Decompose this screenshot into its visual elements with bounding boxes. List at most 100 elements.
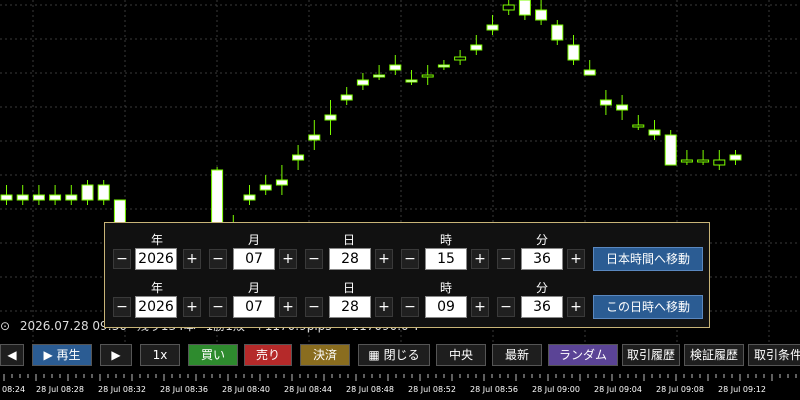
time-axis-label: 28 Jul 08:40 [222, 385, 270, 394]
datetime-panel: 年 月 日 時 分 − 2026 + − 07 + − 28 + − 15 + … [104, 222, 710, 328]
time-axis-label: 28 Jul 08:52 [408, 385, 456, 394]
candle-body [697, 159, 710, 163]
jst-move-button[interactable]: 日本時間へ移動 [593, 247, 703, 271]
time-axis-label: 28 Jul 09:12 [718, 385, 766, 394]
toolbar-label: 決済 [312, 348, 337, 362]
hour-plus-button[interactable]: + [471, 249, 489, 269]
time-axis-label: 28 Jul 09:00 [532, 385, 580, 394]
candle-body [599, 99, 612, 106]
settle-button[interactable]: 決済 [300, 344, 350, 366]
label-year: 年 [150, 281, 163, 295]
candle-body [16, 194, 29, 201]
verify-history-button[interactable]: 検証履歴 [684, 344, 744, 366]
minute-minus-button[interactable]: − [497, 297, 515, 317]
candle-body [680, 159, 693, 163]
trade-cond-button[interactable]: 取引条件 [748, 344, 800, 366]
center-button[interactable]: 中央 [436, 344, 486, 366]
year-field[interactable]: 2026 [135, 296, 177, 318]
day-plus-button[interactable]: + [375, 249, 393, 269]
latest-button[interactable]: 最新 [492, 344, 542, 366]
day-plus-button[interactable]: + [375, 297, 393, 317]
toolbar: ◀ ▶ 再生 ▶ 1x 買い 売り 決済 ▦ 閉じる 中央 最新 ランダム 取引履歴 検証履歴 取引条件 [0, 341, 800, 369]
label-day: 日 [342, 233, 355, 247]
candle-body [81, 184, 94, 201]
time-axis-label: 28 Jul 08:28 [36, 385, 84, 394]
target-move-button[interactable]: この日時へ移動 [593, 295, 703, 319]
clock-icon: ⊙ [0, 319, 11, 333]
candle-body [470, 44, 483, 51]
candle-body [421, 74, 434, 78]
day-field[interactable]: 28 [329, 248, 371, 270]
toolbar-label: ◀ [7, 348, 17, 362]
candle-body [567, 44, 580, 61]
sell-button[interactable]: 売り [244, 344, 292, 366]
candle-body [632, 124, 645, 128]
label-hour: 時 [439, 281, 452, 295]
year-field[interactable]: 2026 [135, 248, 177, 270]
toolbar-label: ▶ 再生 [43, 348, 81, 362]
month-plus-button[interactable]: + [279, 297, 297, 317]
year-minus-button[interactable]: − [113, 297, 131, 317]
candle-body [32, 194, 45, 201]
day-field[interactable]: 28 [329, 296, 371, 318]
toolbar-label: 中央 [448, 348, 473, 362]
axis-ticks [3, 374, 797, 381]
candle-body [454, 56, 467, 61]
calendar-icon: ▦ [368, 348, 384, 362]
time-axis-label: 28 Jul 09:08 [656, 385, 704, 394]
candle-body [616, 104, 629, 111]
minute-plus-button[interactable]: + [567, 249, 585, 269]
minute-field[interactable]: 36 [521, 296, 563, 318]
minute-minus-button[interactable]: − [497, 249, 515, 269]
toolbar-label: 1x [152, 348, 168, 362]
candle-body [405, 79, 418, 83]
year-plus-button[interactable]: + [183, 297, 201, 317]
month-field[interactable]: 07 [233, 296, 275, 318]
hour-minus-button[interactable]: − [401, 249, 419, 269]
toolbar-label: 売り [255, 348, 280, 362]
candle-body [535, 9, 548, 21]
close-button[interactable]: ▦ 閉じる [358, 344, 430, 366]
time-axis-label: 28 Jul 08:44 [284, 385, 332, 394]
candle-body [373, 74, 386, 78]
hour-field[interactable]: 15 [425, 248, 467, 270]
hour-minus-button[interactable]: − [401, 297, 419, 317]
toolbar-label: 買い [200, 348, 225, 362]
toolbar-label: ランダム [558, 348, 607, 362]
step-button[interactable]: ▶ [100, 344, 132, 366]
candle-body [275, 179, 288, 186]
minute-field[interactable]: 36 [521, 248, 563, 270]
candle-body [49, 194, 62, 201]
month-plus-button[interactable]: + [279, 249, 297, 269]
time-axis-label: 28 Jul 08:36 [160, 385, 208, 394]
label-hour: 時 [439, 233, 452, 247]
month-minus-button[interactable]: − [209, 249, 227, 269]
candle-body [437, 64, 450, 68]
time-axis-label: 28 Jul 08:32 [98, 385, 146, 394]
year-minus-button[interactable]: − [113, 249, 131, 269]
random-button[interactable]: ランダム [548, 344, 618, 366]
day-minus-button[interactable]: − [305, 297, 323, 317]
label-minute: 分 [535, 281, 548, 295]
year-plus-button[interactable]: + [183, 249, 201, 269]
hour-plus-button[interactable]: + [471, 297, 489, 317]
hour-field[interactable]: 09 [425, 296, 467, 318]
month-field[interactable]: 07 [233, 248, 275, 270]
minute-plus-button[interactable]: + [567, 297, 585, 317]
day-minus-button[interactable]: − [305, 249, 323, 269]
back-button[interactable]: ◀ [0, 344, 24, 366]
time-axis-label: 28 Jul 09:04 [594, 385, 642, 394]
candles [0, 0, 742, 256]
toolbar-label: 最新 [504, 348, 529, 362]
trade-history-button[interactable]: 取引履歴 [622, 344, 680, 366]
month-minus-button[interactable]: − [209, 297, 227, 317]
speed-button[interactable]: 1x [140, 344, 180, 366]
candle-body [664, 134, 677, 166]
candle-body [243, 194, 256, 201]
candle-body [729, 154, 742, 161]
buy-button[interactable]: 買い [188, 344, 238, 366]
candle-body [551, 24, 564, 41]
candle-body [340, 94, 353, 101]
time-axis-label: 28 Jul 08:56 [470, 385, 518, 394]
play-button[interactable]: ▶ 再生 [32, 344, 92, 366]
